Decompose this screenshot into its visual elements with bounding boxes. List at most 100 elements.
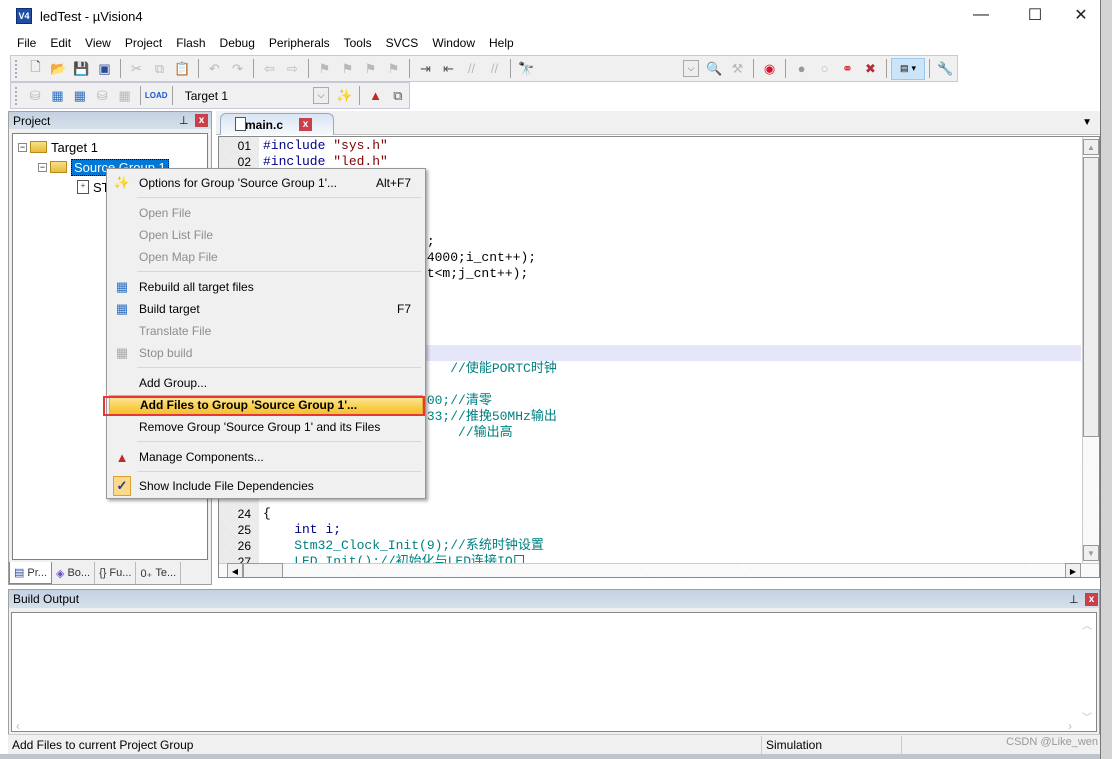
configure-icon[interactable]: 🔧 — [935, 59, 956, 79]
menu-svcs[interactable]: SVCS — [379, 33, 426, 53]
tab-project[interactable]: ▤ Pr... — [9, 562, 52, 584]
toolbar-grip[interactable] — [15, 59, 18, 78]
new-file-icon[interactable]: 🗋 — [25, 59, 46, 79]
find-icon[interactable]: 🔍 — [704, 59, 725, 79]
save-all-icon[interactable]: ▣ — [94, 59, 115, 79]
close-button[interactable]: ✕ — [1058, 0, 1104, 30]
insert-breakpoint-icon[interactable]: ● — [791, 59, 812, 79]
find-in-files-icon[interactable]: 🔭 — [516, 59, 537, 79]
scroll-up-button[interactable]: ▲ — [1083, 139, 1099, 155]
manage-components-icon[interactable]: ▲ — [365, 86, 385, 106]
clear-bookmarks-icon[interactable]: ⚑ — [383, 59, 404, 79]
collapse-icon[interactable]: − — [18, 142, 27, 152]
menu-file[interactable]: File — [10, 33, 43, 53]
separator — [886, 59, 887, 78]
menu-item-open-map-file[interactable]: Open Map File — [109, 246, 423, 268]
tree-node-target[interactable]: − Target 1 — [18, 138, 98, 156]
menu-help[interactable]: Help — [482, 33, 521, 53]
menu-item-translate-file[interactable]: Translate File — [109, 320, 423, 342]
menu-item-manage-components[interactable]: ▲ Manage Components... — [109, 446, 423, 468]
copy-icon[interactable]: ⧉ — [149, 59, 170, 79]
target-select[interactable]: Target 1 ⌵ — [180, 85, 330, 106]
menu-project[interactable]: Project — [118, 33, 169, 53]
indent-icon[interactable]: ⇥ — [415, 59, 436, 79]
incremental-find-icon[interactable]: ⚒ — [727, 59, 748, 79]
vertical-scrollbar[interactable]: ▲ ▼ — [1082, 137, 1099, 565]
collapse-icon[interactable]: − — [38, 162, 47, 172]
window-list-button[interactable]: ▤ ▾ — [891, 57, 925, 80]
tab-functions[interactable]: {} Fu... — [95, 562, 137, 584]
menu-item-rebuild-all[interactable]: ▦ Rebuild all target files — [109, 276, 423, 298]
prev-bookmark-icon[interactable]: ⚑ — [337, 59, 358, 79]
nav-forward-icon[interactable]: ⇨ — [282, 59, 303, 79]
menu-item-open-list-file[interactable]: Open List File — [109, 224, 423, 246]
tab-list-dropdown[interactable]: ▼ — [1082, 117, 1092, 128]
debug-session-icon[interactable]: ◉ — [759, 59, 780, 79]
chevron-down-icon[interactable]: ⌵ — [313, 86, 330, 104]
scroll-up-icon[interactable]: ︿ — [1082, 617, 1092, 632]
menu-debug[interactable]: Debug — [213, 33, 262, 53]
scroll-right-icon[interactable]: › — [1068, 719, 1072, 733]
open-file-icon[interactable]: 📂 — [48, 59, 69, 79]
menu-item-add-group[interactable]: Add Group... — [109, 372, 423, 394]
close-panel-button[interactable]: x — [1085, 592, 1098, 606]
scroll-left-button[interactable]: ◀ — [227, 563, 243, 577]
build-icon[interactable]: ▦ — [47, 86, 67, 106]
menu-item-add-files-to-group[interactable]: Add Files to Group 'Source Group 1'... — [109, 395, 423, 415]
menu-item-show-include-deps[interactable]: ✓ Show Include File Dependencies — [109, 475, 423, 497]
translate-icon[interactable]: ⛁ — [25, 86, 45, 106]
save-icon[interactable]: 💾 — [71, 59, 92, 79]
horizontal-scrollbar[interactable]: ◀ ▶ — [219, 563, 1099, 577]
scroll-left-icon[interactable]: ‹ — [16, 719, 20, 733]
scroll-thumb[interactable] — [243, 563, 283, 577]
select-packs-icon[interactable]: ⧉ — [388, 86, 408, 106]
scroll-down-icon[interactable]: ﹀ — [1082, 709, 1092, 724]
tree-node-file[interactable]: + ST — [77, 178, 110, 196]
tab-templates[interactable]: 0₊ Te... — [136, 562, 182, 584]
tab-main-c[interactable]: main.c x — [220, 113, 334, 135]
menu-flash[interactable]: Flash — [169, 33, 212, 53]
menu-item-options-for-group[interactable]: ✨ Options for Group 'Source Group 1'... Al… — [109, 172, 423, 194]
scroll-thumb[interactable] — [1083, 157, 1099, 437]
find-dropdown[interactable]: ⌵ — [683, 60, 699, 77]
menu-view[interactable]: View — [78, 33, 118, 53]
undo-icon[interactable]: ↶ — [204, 59, 225, 79]
enable-breakpoint-icon[interactable]: ○ — [814, 59, 835, 79]
menu-item-stop-build[interactable]: ▦ Stop build — [109, 342, 423, 364]
nav-back-icon[interactable]: ⇦ — [259, 59, 280, 79]
menu-item-build-target[interactable]: ▦ Build target F7 — [109, 298, 423, 320]
menu-peripherals[interactable]: Peripherals — [262, 33, 337, 53]
toolbar-grip[interactable] — [15, 86, 18, 105]
menu-window[interactable]: Window — [425, 33, 482, 53]
batch-build-icon[interactable]: ⛁ — [92, 86, 112, 106]
window-title: ledTest - µVision4 — [40, 8, 143, 24]
close-panel-button[interactable]: x — [195, 114, 208, 127]
tab-books[interactable]: ◈ Bo... — [52, 562, 96, 584]
pin-icon[interactable]: ⊥ — [179, 114, 189, 127]
disable-all-breakpoints-icon[interactable]: ⚭ — [837, 59, 858, 79]
maximize-button[interactable]: ☐ — [1012, 0, 1058, 30]
menu-item-open-file[interactable]: Open File — [109, 202, 423, 224]
pin-icon[interactable]: ⊥ — [1069, 593, 1079, 606]
scroll-down-button[interactable]: ▼ — [1083, 545, 1099, 561]
minimize-button[interactable]: — — [958, 0, 1004, 30]
uncomment-icon[interactable]: // — [484, 59, 505, 79]
close-tab-button[interactable]: x — [299, 118, 313, 131]
download-icon[interactable]: LOAD — [145, 86, 168, 106]
next-bookmark-icon[interactable]: ⚑ — [360, 59, 381, 79]
kill-all-breakpoints-icon[interactable]: ✖ — [860, 59, 881, 79]
build-output-text[interactable]: ︿ ﹀ ‹ › — [11, 612, 1097, 733]
bookmark-icon[interactable]: ⚑ — [314, 59, 335, 79]
redo-icon[interactable]: ↷ — [227, 59, 248, 79]
unindent-icon[interactable]: ⇤ — [438, 59, 459, 79]
menu-item-remove-group[interactable]: Remove Group 'Source Group 1' and its Fi… — [109, 416, 423, 438]
comment-icon[interactable]: // — [461, 59, 482, 79]
scroll-right-button[interactable]: ▶ — [1065, 563, 1081, 577]
menu-edit[interactable]: Edit — [43, 33, 78, 53]
paste-icon[interactable]: 📋 — [172, 59, 193, 79]
stop-build-icon[interactable]: ▦ — [114, 86, 134, 106]
menu-tools[interactable]: Tools — [337, 33, 379, 53]
target-options-icon[interactable]: ✨ — [334, 86, 354, 106]
cut-icon[interactable]: ✂ — [126, 59, 147, 79]
rebuild-icon[interactable]: ▦ — [70, 86, 90, 106]
